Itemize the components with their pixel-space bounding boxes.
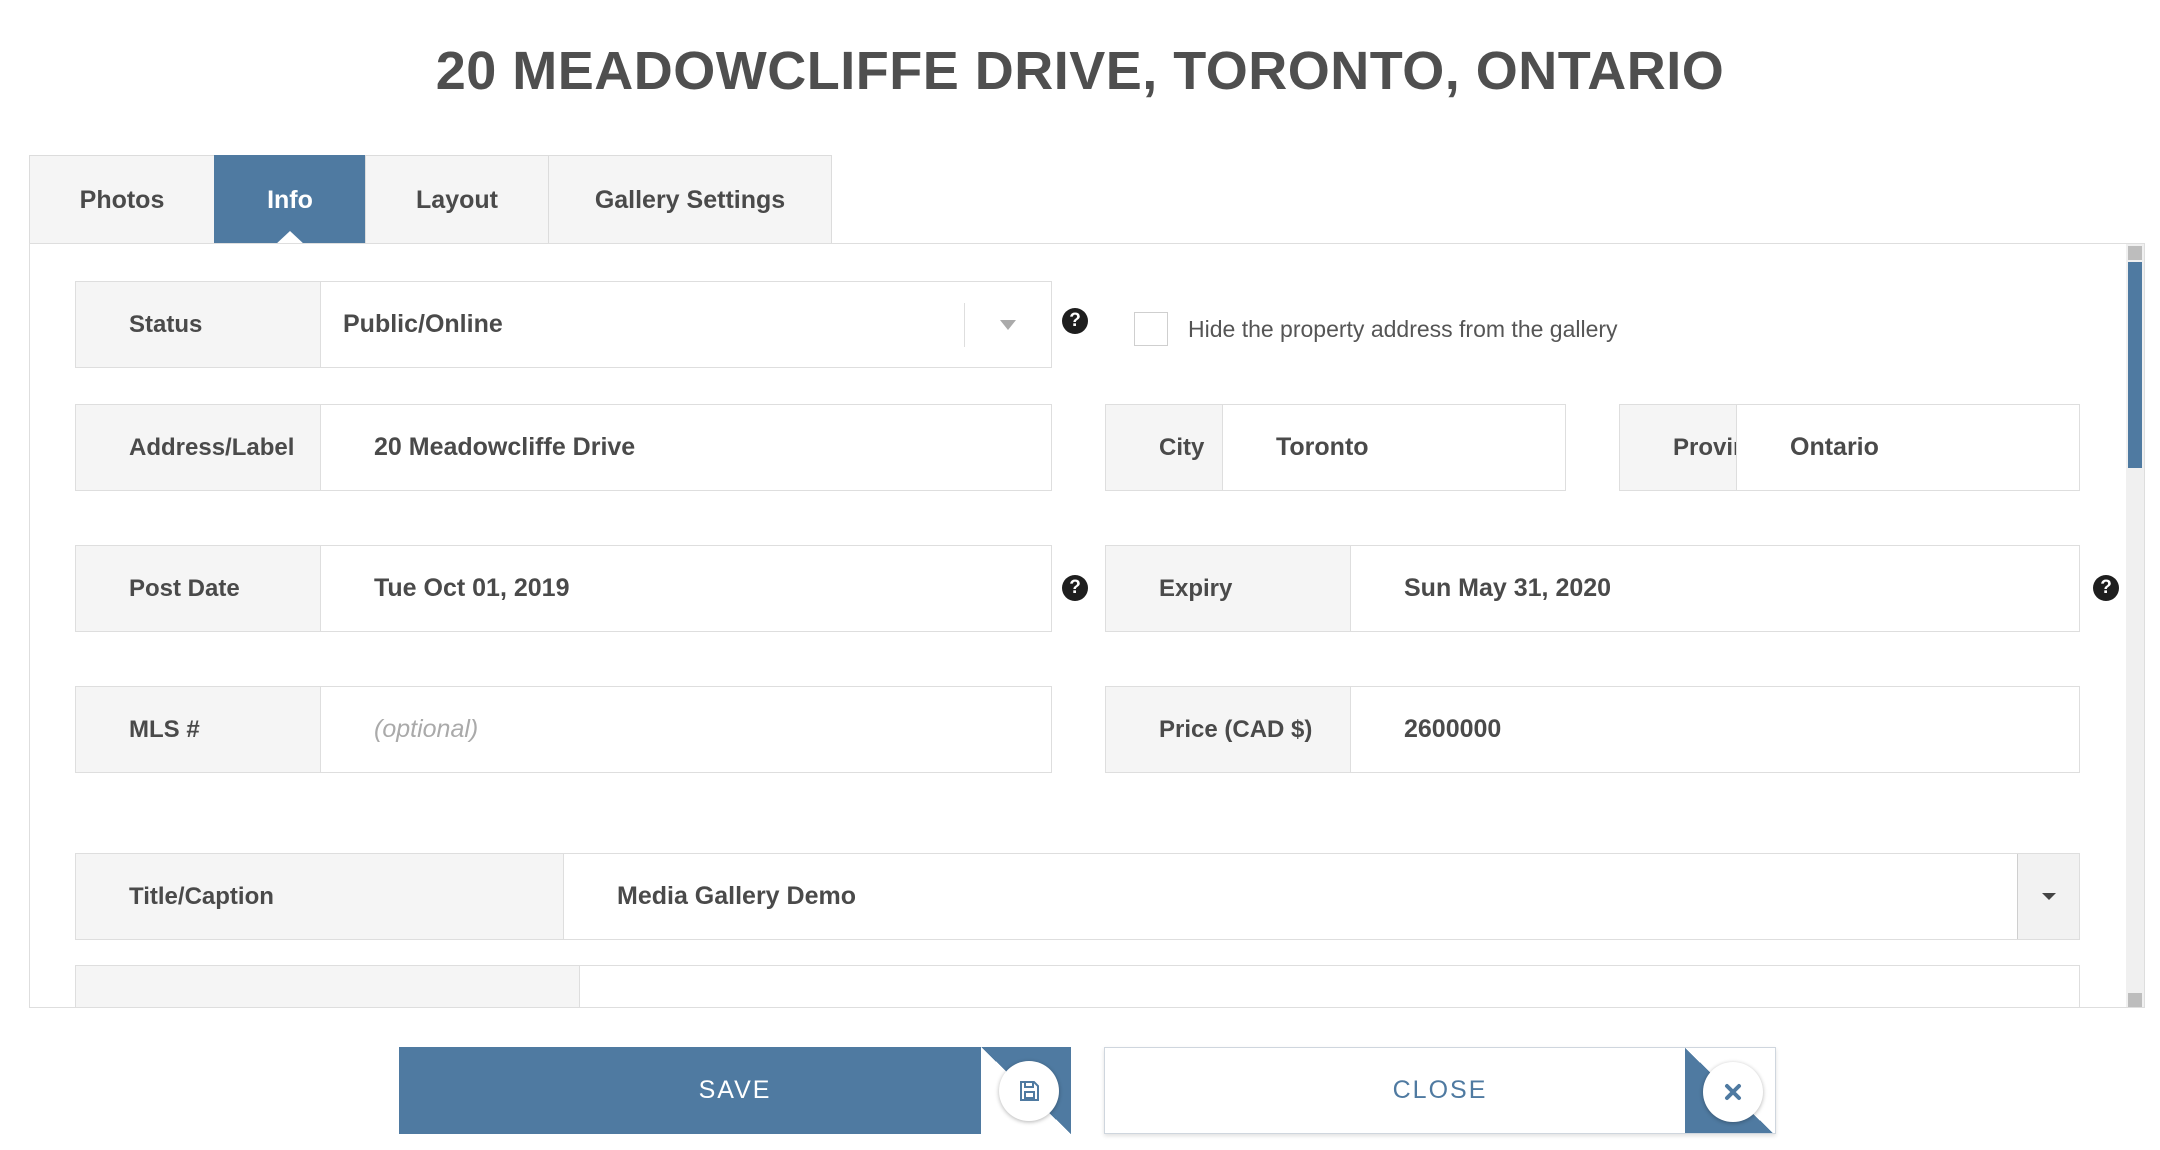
address-field: Address/Label 20 Meadowcliffe Drive — [75, 404, 1052, 491]
hide-address-label: Hide the property address from the galle… — [1188, 315, 1618, 342]
tab-label: Info — [267, 186, 313, 214]
title-caption-field: Title/Caption Media Gallery Demo — [75, 853, 2080, 940]
page-title: 20 MEADOWCLIFFE DRIVE, TORONTO, ONTARIO — [435, 41, 1725, 101]
brief-description-field: Brief Description (optional) — [75, 965, 2080, 1007]
tab-label: Gallery Settings — [594, 186, 786, 214]
title-caption-input[interactable]: Media Gallery Demo — [564, 854, 2017, 939]
tab-info[interactable]: Info — [214, 155, 366, 245]
tab-photos[interactable]: Photos — [29, 155, 215, 245]
brief-description-label: Brief Description — [76, 966, 580, 1007]
scroll-up-arrow[interactable] — [2128, 246, 2142, 260]
tab-gallery-settings[interactable]: Gallery Settings — [548, 155, 832, 245]
save-button[interactable]: SAVE — [399, 1047, 1071, 1134]
status-label: Status — [76, 282, 321, 367]
panel-scrollbar[interactable] — [2126, 244, 2144, 1007]
post-date-input[interactable]: Tue Oct 01, 2019 — [321, 546, 1051, 631]
caret-down-icon — [2041, 893, 2056, 900]
scroll-thumb[interactable] — [2128, 262, 2142, 468]
province-field: Provir Ontario — [1619, 404, 2080, 491]
chevron-down-icon — [1000, 319, 1016, 330]
tab-label: Layout — [416, 186, 498, 214]
address-label: Address/Label — [76, 405, 321, 490]
title-caption-label: Title/Caption — [76, 854, 564, 939]
address-input[interactable]: 20 Meadowcliffe Drive — [321, 405, 1051, 490]
tab-bar: Photos Info Layout Gallery Settings — [29, 155, 832, 245]
city-label: City — [1106, 405, 1223, 490]
expiry-help-icon[interactable]: ? — [2093, 575, 2119, 601]
mls-input[interactable]: (optional) — [321, 687, 1051, 772]
province-label: Provir — [1620, 405, 1737, 490]
province-input[interactable]: Ontario — [1737, 405, 2079, 490]
status-field: Status Public/Online — [75, 281, 1052, 368]
price-label: Price (CAD $) — [1106, 687, 1351, 772]
status-select[interactable]: Public/Online — [321, 282, 964, 367]
expiry-label: Expiry — [1106, 546, 1351, 631]
mls-label: MLS # — [76, 687, 321, 772]
mls-field: MLS # (optional) — [75, 686, 1052, 773]
city-field: City Toronto — [1105, 404, 1566, 491]
close-icon — [1703, 1062, 1763, 1122]
floppy-disk-icon — [999, 1061, 1059, 1121]
post-date-field: Post Date Tue Oct 01, 2019 — [75, 545, 1052, 632]
save-button-label: SAVE — [698, 1076, 772, 1104]
post-date-help-icon[interactable]: ? — [1062, 575, 1088, 601]
status-dropdown-button[interactable] — [965, 282, 1051, 367]
info-panel: Status Public/Online ? Hide the property… — [29, 243, 2145, 1008]
brief-description-input[interactable]: (optional) — [580, 966, 2079, 1007]
close-button-label: CLOSE — [1392, 1076, 1488, 1104]
status-help-icon[interactable]: ? — [1062, 308, 1088, 334]
hide-address-checkbox[interactable] — [1134, 312, 1168, 346]
tab-label: Photos — [79, 186, 165, 214]
title-caption-dropdown-button[interactable] — [2017, 854, 2079, 939]
tab-layout[interactable]: Layout — [365, 155, 549, 245]
scroll-down-arrow[interactable] — [2128, 993, 2142, 1007]
price-input[interactable]: 2600000 — [1351, 687, 2079, 772]
hide-address-row: Hide the property address from the galle… — [1134, 312, 1618, 346]
expiry-input[interactable]: Sun May 31, 2020 — [1351, 546, 2079, 631]
close-button[interactable]: CLOSE — [1104, 1047, 1776, 1134]
expiry-field: Expiry Sun May 31, 2020 — [1105, 545, 2080, 632]
city-input[interactable]: Toronto — [1223, 405, 1565, 490]
price-field: Price (CAD $) 2600000 — [1105, 686, 2080, 773]
post-date-label: Post Date — [76, 546, 321, 631]
